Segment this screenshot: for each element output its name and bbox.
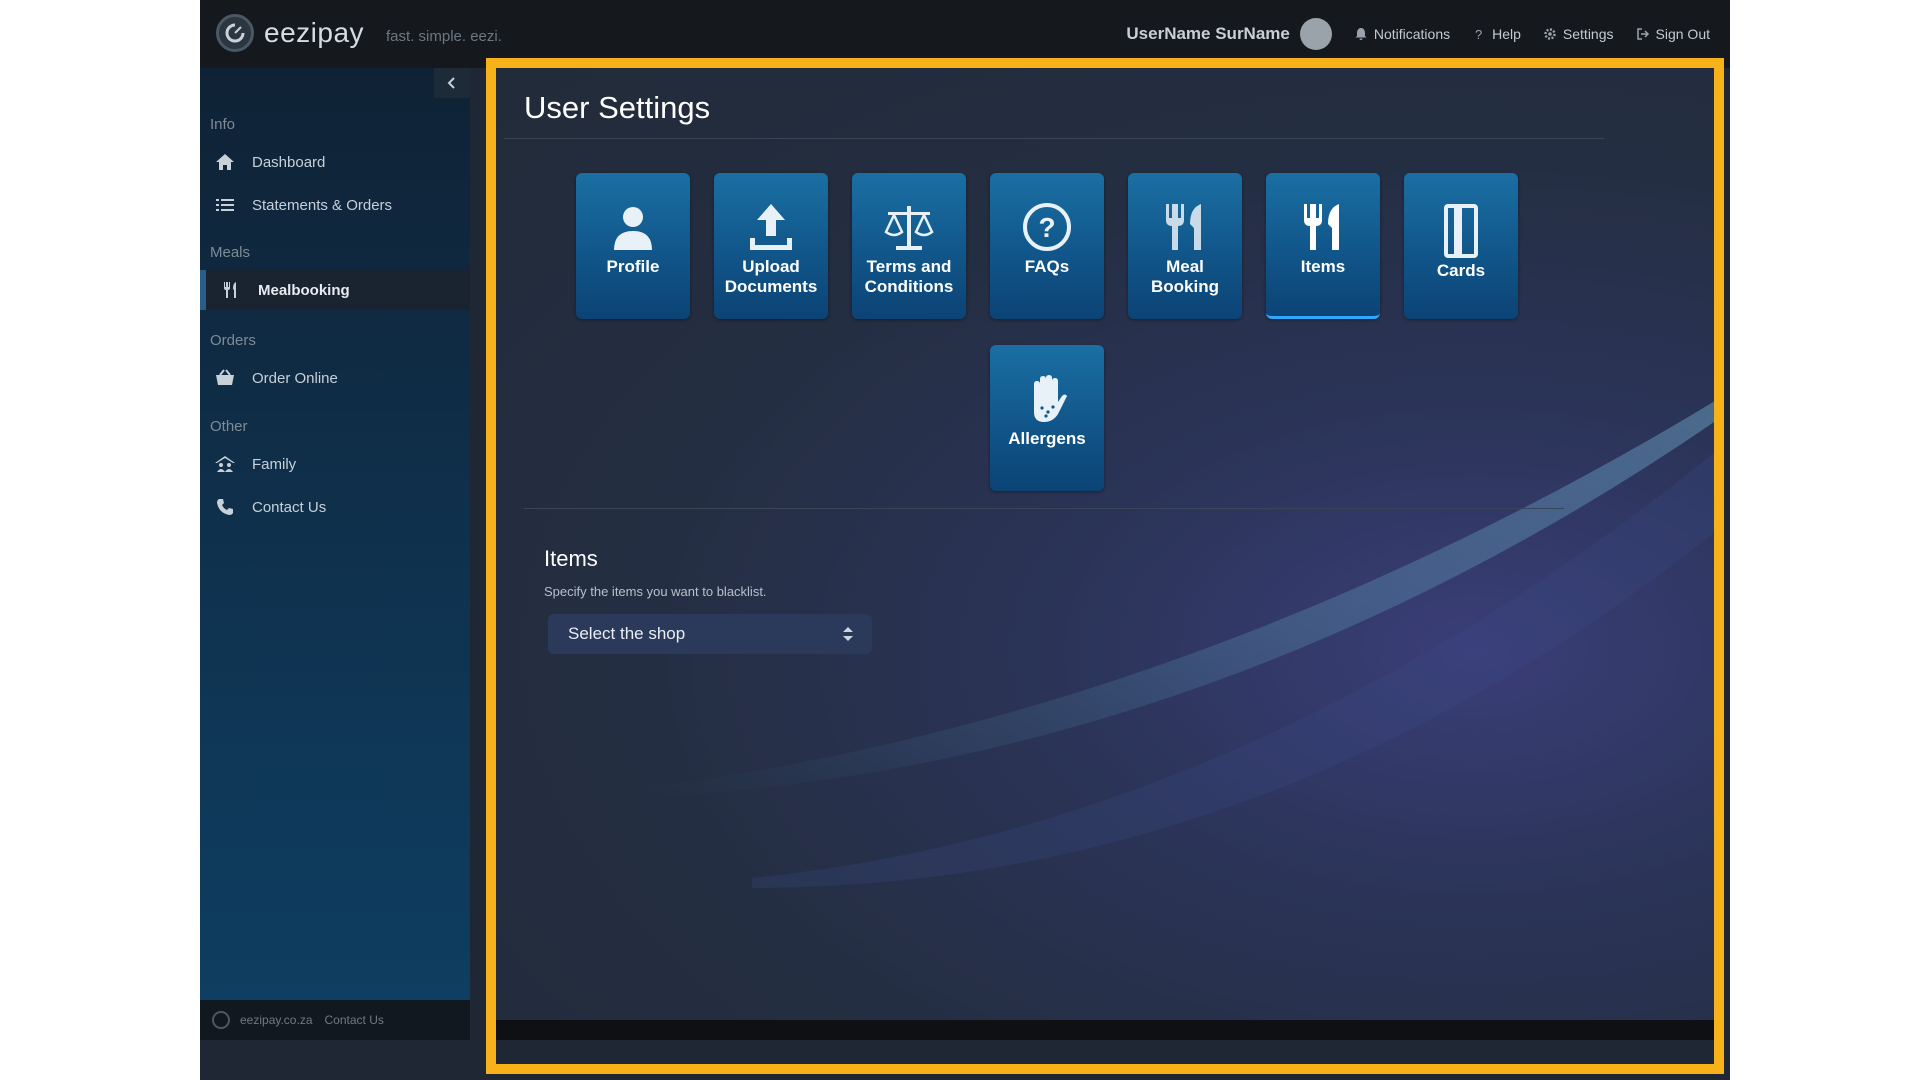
footer-contact-link[interactable]: Contact Us (325, 1013, 384, 1027)
sidebar-item-label: Statements & Orders (252, 196, 393, 214)
list-icon (214, 196, 236, 214)
main-bottom-bar (492, 1020, 1720, 1040)
brand[interactable]: eezipay fast. simple. eezi. (216, 14, 502, 52)
top-bar: eezipay fast. simple. eezi. UserName Sur… (200, 0, 1730, 68)
phone-icon (214, 498, 236, 516)
question-icon: ? (1020, 199, 1074, 255)
sidebar-item-order-online[interactable]: Order Online (200, 358, 470, 398)
sidebar-item-label: Mealbooking (258, 281, 350, 299)
sort-caret-icon (843, 627, 853, 641)
sidebar-item-dashboard[interactable]: Dashboard (200, 142, 470, 182)
page-title: User Settings (524, 90, 711, 125)
items-description: Specify the items you want to blacklist. (544, 584, 767, 599)
notifications-label: Notifications (1373, 26, 1451, 42)
tile-profile[interactable]: Profile (576, 173, 690, 319)
tile-label: Terms and Conditions (864, 257, 954, 296)
gear-icon (1544, 28, 1556, 40)
header-actions: UserName SurName Notifications ? Help Se… (1126, 0, 1710, 68)
sign-out-icon (1636, 28, 1649, 40)
help-label: Help (1492, 26, 1521, 42)
card-icon (1434, 203, 1488, 259)
family-icon (214, 455, 236, 473)
cutlery-icon (1296, 199, 1350, 255)
cutlery-icon (1158, 199, 1212, 255)
cutlery-icon (220, 281, 242, 299)
brand-name: eezipay (264, 17, 365, 48)
tile-label: FAQs (1024, 257, 1070, 276)
user-name[interactable]: UserName SurName (1126, 24, 1289, 44)
items-heading: Items (544, 546, 598, 571)
hand-icon (1020, 371, 1074, 427)
tile-upload-documents[interactable]: Upload Documents (714, 173, 828, 319)
settings-label: Settings (1562, 26, 1614, 42)
sidebar-item-mealbooking[interactable]: Mealbooking (200, 270, 470, 310)
sidebar-item-family[interactable]: Family (200, 444, 470, 484)
tile-items[interactable]: Items (1266, 173, 1380, 319)
bell-icon (1355, 28, 1367, 40)
app-window: eezipay fast. simple. eezi. UserName Sur… (200, 0, 1730, 1080)
shop-select-value: Select the shop (568, 624, 686, 643)
tile-faqs[interactable]: ? FAQs (990, 173, 1104, 319)
tile-label: Profile (606, 257, 660, 276)
tile-label: Items (1300, 257, 1346, 276)
sidebar-item-label: Dashboard (252, 153, 326, 171)
sidebar-section-info: Info (210, 116, 236, 133)
eezipay-logo-icon (216, 14, 254, 52)
basket-icon (214, 369, 236, 387)
sign-out-label: Sign Out (1655, 26, 1710, 42)
brand-tagline: fast. simple. eezi. (386, 27, 502, 45)
title-divider (504, 138, 1604, 139)
tile-cards[interactable]: Cards (1404, 173, 1518, 319)
notifications-link[interactable]: Notifications (1354, 26, 1450, 42)
sidebar-item-label: Order Online (252, 369, 338, 387)
sidebar-collapse-button[interactable] (434, 68, 470, 98)
help-link[interactable]: ? Help (1472, 26, 1521, 42)
user-icon (606, 199, 660, 255)
sidebar-section-meals: Meals (210, 244, 251, 261)
tile-meal-booking[interactable]: Meal Booking (1128, 173, 1242, 319)
section-divider (524, 508, 1564, 509)
svg-text:?: ? (1038, 212, 1055, 243)
shop-select[interactable]: Select the shop (548, 614, 872, 654)
tile-terms-and-conditions[interactable]: Terms and Conditions (852, 173, 966, 319)
footer-site-link[interactable]: eezipay.co.za (240, 1013, 313, 1027)
sidebar-section-orders: Orders (210, 332, 256, 349)
scale-icon (882, 199, 936, 255)
tile-label: Cards (1436, 261, 1486, 280)
chevron-left-icon (447, 77, 455, 89)
home-icon (214, 153, 236, 171)
svg-text:?: ? (1475, 27, 1482, 41)
sidebar-item-contact-us[interactable]: Contact Us (200, 487, 470, 527)
eezipay-small-logo-icon (212, 1011, 230, 1029)
upload-icon (744, 199, 798, 255)
help-icon: ? (1475, 27, 1482, 41)
sidebar-item-label: Family (252, 455, 297, 473)
sidebar-footer: eezipay.co.za Contact Us (200, 1000, 470, 1040)
tile-label: Allergens (1008, 429, 1086, 448)
tile-label: Meal Booking (1151, 257, 1219, 296)
sidebar: Info Dashboard Statements & Orders Meals… (200, 68, 470, 1040)
avatar[interactable] (1299, 18, 1332, 50)
sign-out-link[interactable]: Sign Out (1636, 26, 1710, 42)
sidebar-item-label: Contact Us (252, 498, 327, 516)
main-content: User Settings Profile Upload Documents T… (492, 68, 1720, 1040)
tile-allergens[interactable]: Allergens (990, 345, 1104, 491)
tile-label: Upload Documents (724, 257, 818, 296)
sidebar-item-statements[interactable]: Statements & Orders (200, 185, 470, 225)
sidebar-section-other: Other (210, 418, 248, 435)
settings-link[interactable]: Settings (1543, 26, 1614, 42)
